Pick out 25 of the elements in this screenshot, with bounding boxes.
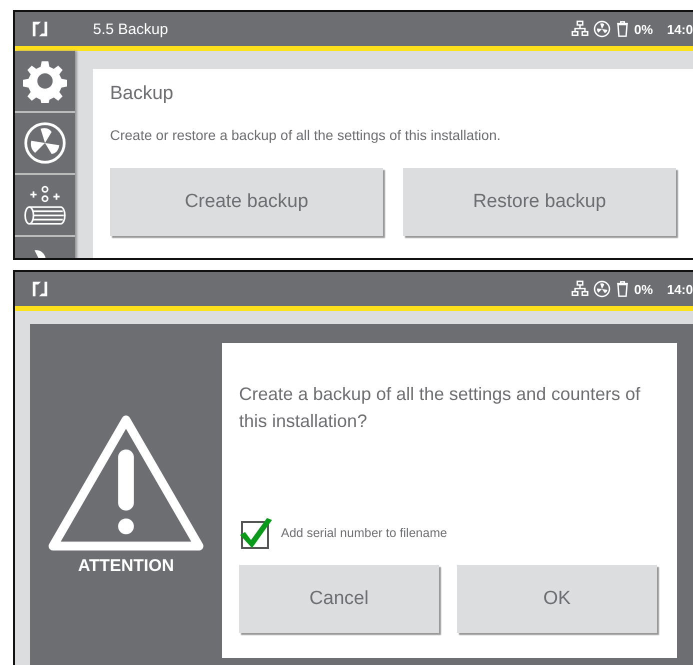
bin-icon (615, 20, 630, 38)
network-icon (571, 20, 590, 38)
clock-time: 14:0 (666, 282, 693, 296)
screen-title: 5.5 Backup (93, 20, 168, 38)
dialog-button[interactable]: OK (457, 565, 657, 633)
fan-icon (593, 20, 612, 38)
fan-icon[interactable] (23, 121, 67, 165)
action-button[interactable]: Restore backup (403, 168, 676, 236)
fan-icon (593, 280, 612, 298)
bin-icon (615, 280, 630, 298)
storage-percent: 0% (634, 22, 653, 36)
card-description: Create or restore a backup of all the settings of this installation. (110, 127, 502, 143)
card-heading: Backup (110, 83, 174, 105)
checkbox-label: Add serial number to filename (281, 526, 448, 540)
action-button[interactable]: Create backup (110, 168, 383, 236)
clock-time: 14:0 (666, 22, 693, 36)
network-icon (571, 280, 590, 298)
logo-icon (31, 20, 49, 38)
storage-percent: 0% (634, 282, 653, 296)
dialog-button[interactable]: Cancel (239, 565, 439, 633)
warning-icon (47, 414, 205, 552)
gear-icon[interactable] (23, 59, 67, 103)
logo-icon (31, 280, 49, 298)
dialog-question: Create a backup of all the settings and counters of this installation? (239, 383, 642, 433)
attention-label: ATTENTION (78, 556, 174, 576)
